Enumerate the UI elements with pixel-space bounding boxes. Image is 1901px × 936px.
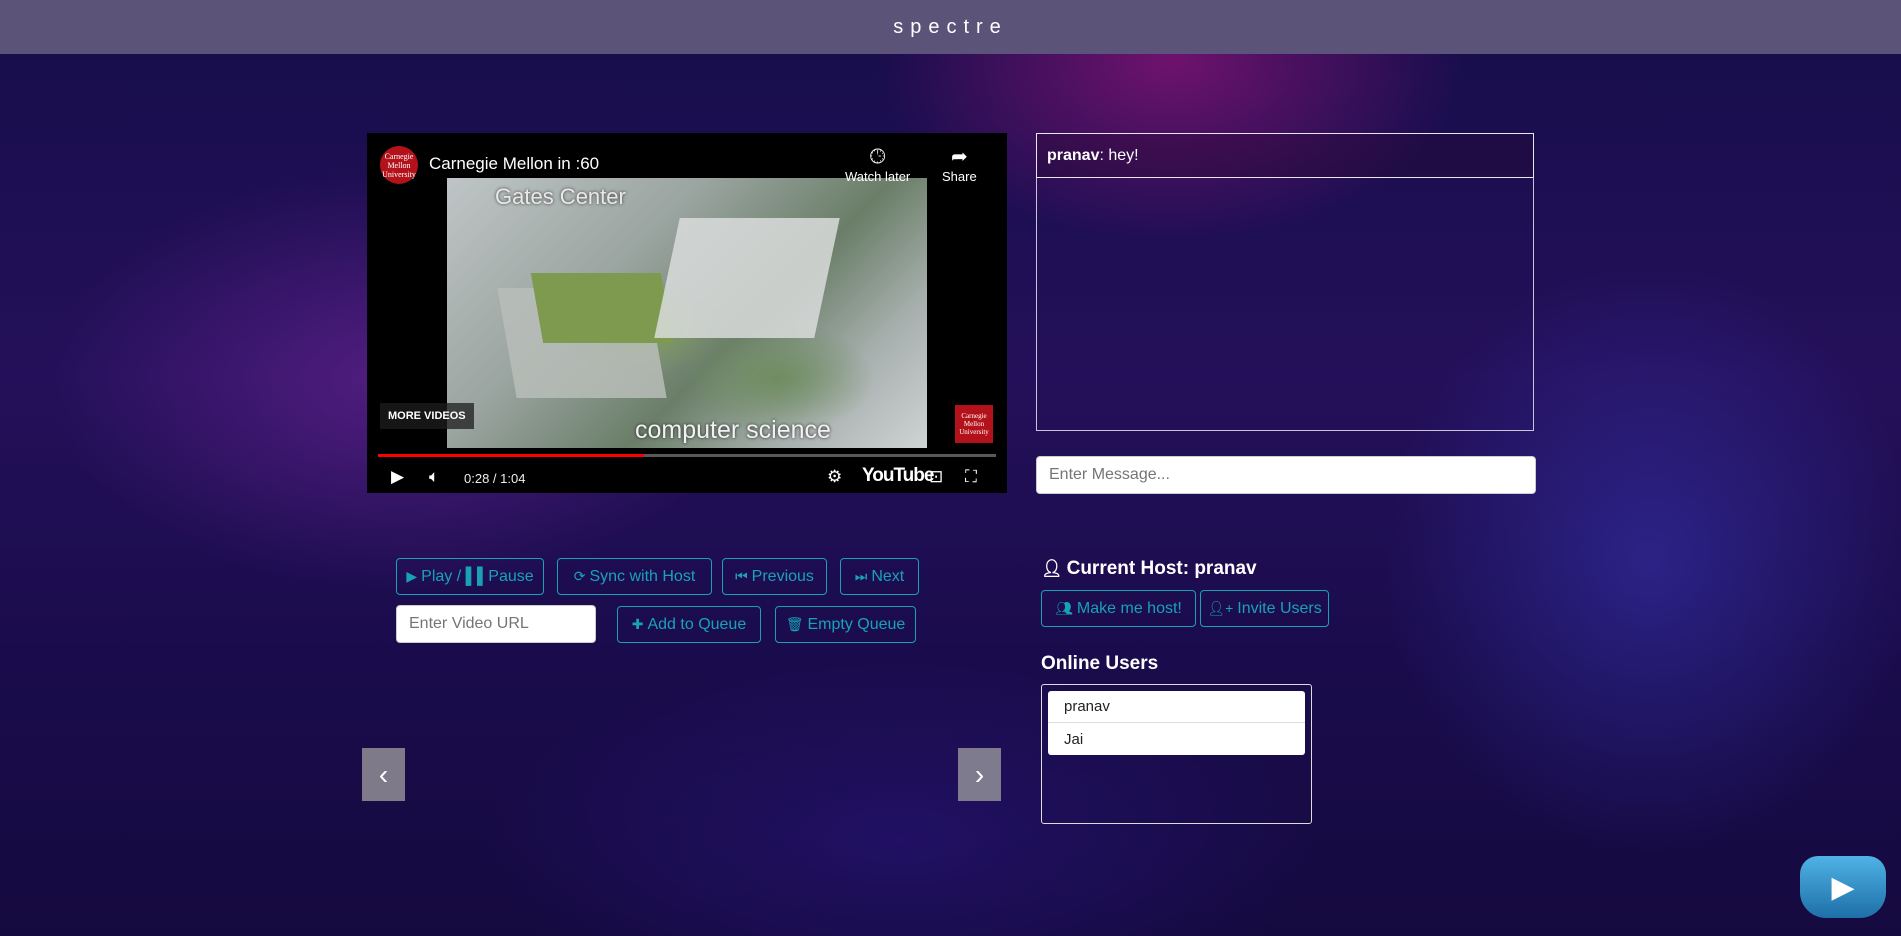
frame-caption-top: Gates Center (495, 184, 626, 209)
cast-icon[interactable]: ⊡ (929, 465, 943, 489)
app-title[interactable]: spectre (893, 16, 1008, 39)
youtube-logo[interactable]: YouTube (862, 465, 934, 487)
play-pause-label: Play / ▌▌Pause (421, 567, 534, 585)
sync-icon: ⟳ (573, 568, 586, 584)
message-input[interactable] (1036, 456, 1536, 494)
trash-icon: 🗑︎ (785, 616, 804, 632)
next-icon: ⏭ (854, 568, 868, 584)
app-logo-icon[interactable]: ▶ (1800, 856, 1886, 918)
sync-button[interactable]: ⟳ Sync with Host (557, 558, 712, 595)
empty-queue-label: Empty Queue (807, 615, 906, 633)
play-pause-button[interactable]: ▶ Play / ▌▌Pause (396, 558, 544, 595)
watch-later-button[interactable]: 🕒︎ Watch later (845, 145, 910, 184)
video-frame: Gates Center computer science (447, 178, 927, 448)
video-scene-building (654, 218, 840, 338)
share-icon: ➦ (950, 146, 968, 168)
next-label: Next (871, 567, 905, 585)
sync-label: Sync with Host (589, 567, 696, 585)
make-host-label: Make me host! (1076, 599, 1182, 617)
share-button[interactable]: ➦ Share (942, 145, 977, 184)
chevron-right-icon: › (974, 758, 985, 790)
online-users-title: Online Users (1041, 653, 1159, 674)
clock-icon: 🕒︎ (869, 146, 886, 168)
add-to-queue-button[interactable]: ✚ Add to Queue (617, 606, 761, 643)
user-icon: 👤︎ (1041, 559, 1063, 578)
channel-logo[interactable]: Carnegie Mellon University (380, 146, 418, 184)
users-icon: 👥︎ (1055, 600, 1073, 616)
previous-icon: ⏮ (735, 568, 748, 584)
chevron-left-icon: ‹ (378, 758, 389, 790)
video-url-input[interactable] (396, 605, 596, 643)
settings-gear-icon[interactable]: ⚙ (827, 465, 842, 489)
chat-message: pranav: hey! (1036, 133, 1534, 178)
empty-queue-button[interactable]: 🗑︎ Empty Queue (775, 606, 916, 643)
volume-icon[interactable]: 🔈︎ (429, 465, 439, 489)
video-scene-roof (530, 273, 674, 343)
make-me-host-button[interactable]: 👥︎ Make me host! (1041, 590, 1196, 627)
video-title[interactable]: Carnegie Mellon in :60 (429, 154, 599, 174)
carousel-next-button[interactable]: › (958, 748, 1001, 801)
chat-message-text: : hey! (1099, 147, 1139, 164)
watch-later-label: Watch later (845, 169, 911, 184)
play-icon: ▶ (406, 568, 418, 584)
video-progress-bar[interactable] (378, 454, 996, 457)
plus-icon: ✚ (631, 616, 644, 632)
share-label: Share (942, 169, 977, 184)
invite-label: Invite Users (1237, 599, 1322, 617)
channel-watermark[interactable]: Carnegie Mellon University (955, 405, 993, 443)
chat-message-user: pranav (1047, 147, 1100, 164)
current-host-label: Current Host: pranav (1066, 558, 1257, 579)
user-plus-icon: 👤︎+ (1207, 600, 1234, 616)
previous-button[interactable]: ⏮ Previous (722, 558, 827, 595)
video-player[interactable]: Gates Center computer science Carnegie M… (367, 133, 1007, 493)
video-progress-fill (378, 454, 644, 457)
carousel-prev-button[interactable]: ‹ (362, 748, 405, 801)
top-navbar: spectre (0, 0, 1901, 54)
video-play-icon[interactable]: ▶ (391, 465, 404, 489)
next-button[interactable]: ⏭ Next (840, 558, 919, 595)
online-user-item[interactable]: Jai (1048, 723, 1305, 755)
video-time: 0:28 / 1:04 (464, 471, 526, 486)
online-user-item[interactable]: pranav (1048, 691, 1305, 723)
frame-caption-bottom: computer science (635, 416, 831, 444)
invite-users-button[interactable]: 👤︎+ Invite Users (1200, 590, 1329, 627)
fullscreen-icon[interactable]: ⛶ (965, 465, 977, 489)
chat-log[interactable]: pranav: hey! (1036, 133, 1534, 431)
add-queue-label: Add to Queue (647, 615, 747, 633)
previous-label: Previous (751, 567, 814, 585)
online-users-list: pranav Jai (1041, 684, 1312, 824)
more-videos-button[interactable]: MORE VIDEOS (380, 403, 474, 429)
current-host: 👤︎ Current Host: pranav (1041, 558, 1257, 580)
video-controls: ▶ 🔈︎ 0:28 / 1:04 ⚙ YouTube ⊡ ⛶ (367, 461, 1007, 493)
